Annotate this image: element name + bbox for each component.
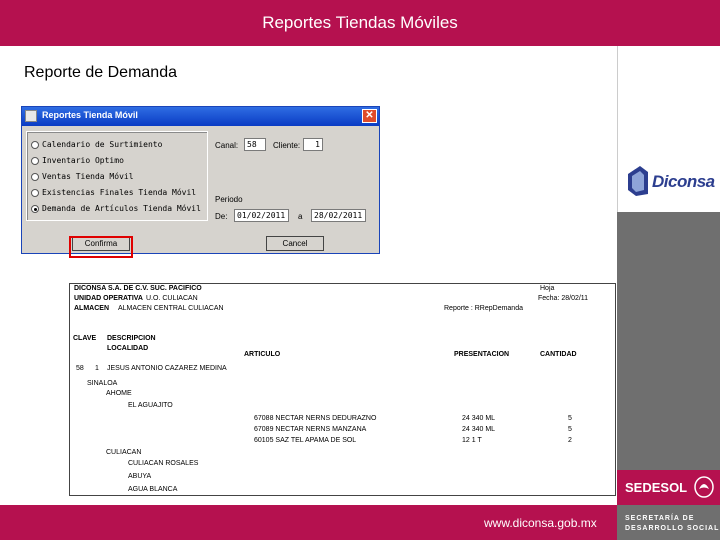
diconsa-wordmark: Diconsa (652, 172, 715, 191)
client-name: JESUS ANTONIO CAZAREZ MEDINA (107, 365, 227, 372)
de-label: De: (215, 212, 228, 221)
secretaria-line1: SECRETARÍA DE (625, 515, 695, 522)
col-presentacion: PRESENTACION (454, 351, 510, 358)
right-panel-gray (617, 212, 720, 470)
state-name: SINALOA (87, 380, 118, 387)
report-preview: DICONSA S.A. DE C.V. SUC. PACIFICO UNIDA… (69, 283, 616, 496)
radio-icon[interactable] (31, 156, 39, 165)
secretaria-panel: SECRETARÍA DE DESARROLLO SOCIAL (617, 505, 720, 540)
municipio-1: AHOME (106, 390, 132, 397)
item-cantidad: 5 (568, 415, 572, 422)
report-unidad-label: UNIDAD OPERATIVA (74, 295, 143, 302)
reportes-dialog: Reportes Tienda Móvil ✕ Calendario de Su… (21, 106, 380, 254)
col-localidad: LOCALIDAD (107, 345, 149, 352)
item-articulo: 67088 NECTAR NERNS DEDURAZNO (254, 415, 377, 422)
right-panel: Diconsa (617, 46, 720, 470)
option-demanda[interactable]: Demanda de Artículos Tienda Móvil (31, 204, 201, 218)
fecha-inicio-field[interactable]: 01/02/2011 (234, 209, 289, 222)
radio-icon[interactable] (31, 188, 39, 197)
localidad-2: CULIACAN ROSALES (128, 460, 199, 467)
periodo-label: Periodo (215, 195, 243, 204)
confirma-highlight-box (69, 236, 133, 258)
slide-subtitle: Reporte de Demanda (24, 64, 177, 81)
municipio-2: CULIACAN (106, 449, 142, 456)
diconsa-panel: Diconsa (617, 46, 720, 212)
close-icon[interactable]: ✕ (362, 109, 377, 123)
window-icon (25, 110, 37, 122)
canal-field[interactable]: 58 (244, 138, 266, 151)
localidad-3: ABUYA (128, 473, 152, 480)
secretaria-line2: DESARROLLO SOCIAL (625, 525, 720, 532)
dialog-title: Reportes Tienda Móvil (42, 110, 138, 120)
item-presentacion: 24 340 ML (462, 415, 496, 422)
report-hoja: Hoja (540, 285, 555, 292)
option-inventario[interactable]: Inventario Optimo (31, 156, 124, 170)
client-clave: 58 (76, 365, 84, 372)
localidad-4: AGUA BLANCA (128, 486, 178, 493)
sedesol-wordmark: SEDESOL (625, 480, 688, 495)
report-id: Reporte : RRepDemanda (444, 305, 523, 312)
report-type-group: Calendario de Surtimiento Inventario Opt… (26, 131, 208, 221)
report-unidad-value: U.O. CULIACAN (146, 295, 198, 302)
footer-url: www.diconsa.gob.mx (484, 516, 597, 530)
item-presentacion: 12 1 T (462, 437, 482, 444)
col-descripcion: DESCRIPCION (107, 335, 156, 342)
report-company: DICONSA S.A. DE C.V. SUC. PACIFICO (74, 285, 202, 292)
slide-title-bar: Reportes Tiendas Móviles (0, 0, 720, 46)
cliente-field[interactable]: 1 (303, 138, 323, 151)
option-ventas[interactable]: Ventas Tienda Móvil (31, 172, 134, 186)
radio-icon[interactable] (31, 172, 39, 181)
item-cantidad: 5 (568, 426, 572, 433)
report-almacen-label: ALMACEN (74, 305, 109, 312)
option-calendario[interactable]: Calendario de Surtimiento (31, 140, 162, 154)
report-almacen-value: ALMACEN CENTRAL CULIACAN (118, 305, 224, 312)
item-presentacion: 24 340 ML (462, 426, 496, 433)
sedesol-logo: SEDESOL (617, 470, 720, 505)
radio-icon[interactable] (31, 140, 39, 149)
fecha-fin-field[interactable]: 28/02/2011 (311, 209, 366, 222)
item-cantidad: 2 (568, 437, 572, 444)
col-clave: CLAVE (73, 335, 97, 342)
a-label: a (298, 212, 303, 221)
col-cantidad: CANTIDAD (540, 351, 577, 358)
diconsa-emblem-icon (628, 166, 648, 196)
item-articulo: 60105 SAZ TEL APAMA DE SOL (254, 437, 357, 444)
localidad-1: EL AGUAJITO (128, 402, 173, 409)
radio-selected-icon[interactable] (31, 204, 39, 213)
slide-title: Reportes Tiendas Móviles (262, 13, 458, 32)
report-fecha: Fecha: 28/02/11 (538, 295, 589, 302)
cancel-button[interactable]: Cancel (266, 236, 324, 251)
eagle-emblem-icon (694, 476, 714, 498)
cliente-label: Cliente: (273, 141, 301, 150)
canal-label: Canal: (215, 141, 239, 150)
item-articulo: 67089 NECTAR NERNS MANZANA (254, 426, 367, 433)
col-articulo: ARTICULO (244, 351, 281, 358)
option-existencias[interactable]: Existencias Finales Tienda Móvil (31, 188, 196, 202)
client-num: 1 (95, 365, 99, 372)
diconsa-logo: Diconsa (626, 162, 715, 204)
dialog-titlebar[interactable]: Reportes Tienda Móvil ✕ (22, 107, 379, 126)
